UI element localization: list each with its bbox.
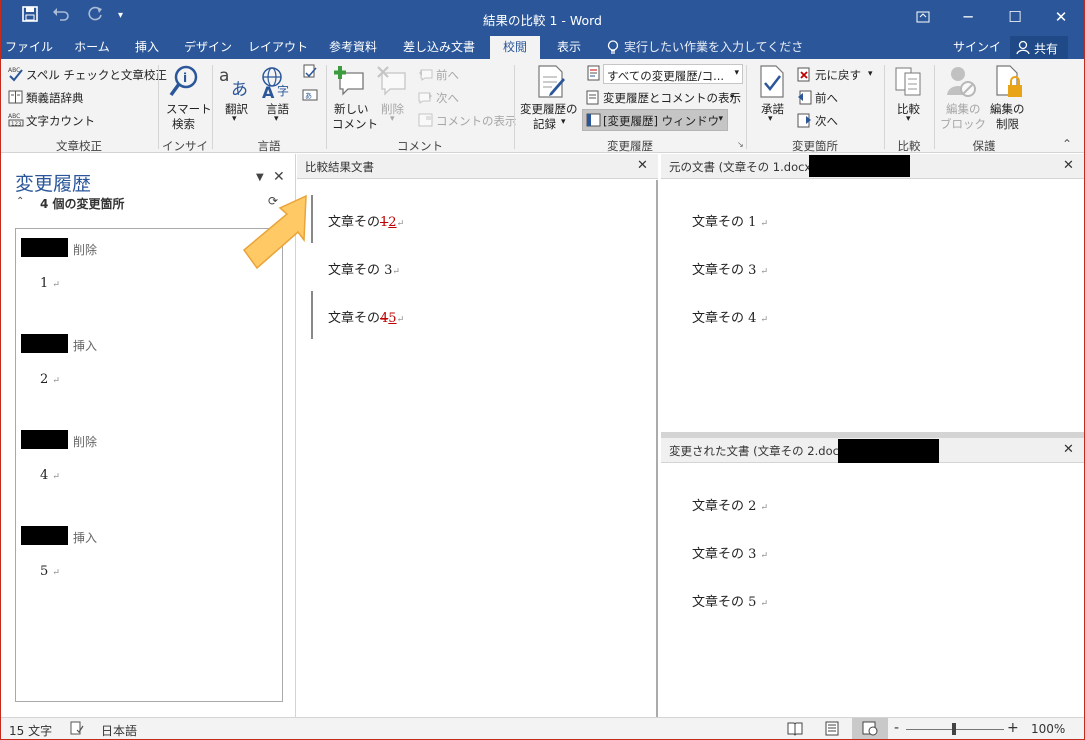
window-border [0,0,1085,740]
